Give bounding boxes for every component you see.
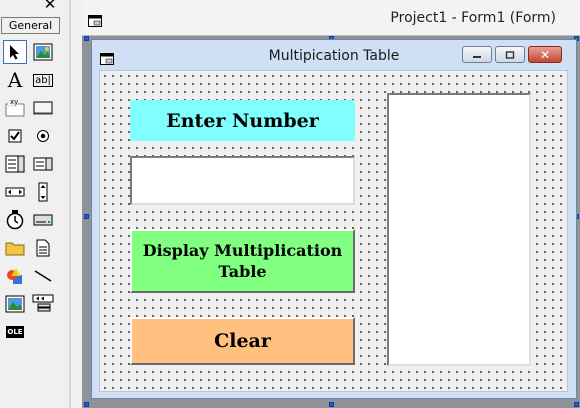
- form-control-box: ✕: [462, 46, 567, 63]
- display-table-button[interactable]: Display Multiplication Table: [130, 229, 355, 293]
- close-button[interactable]: ✕: [528, 46, 562, 63]
- maximize-icon: [505, 50, 515, 59]
- listbox-tool-icon[interactable]: [31, 152, 55, 176]
- hscrollbar-tool-icon[interactable]: [3, 180, 27, 204]
- optionbutton-tool-icon[interactable]: [31, 124, 55, 148]
- ole-tool-glyph: OLE: [6, 326, 24, 338]
- minimize-button[interactable]: [462, 46, 492, 63]
- label-tool-icon[interactable]: A: [3, 68, 27, 92]
- clear-button[interactable]: Clear: [130, 317, 355, 365]
- resize-handle-top-left[interactable]: [84, 36, 89, 41]
- textbox-tool-glyph: ab|: [33, 73, 53, 87]
- result-listbox[interactable]: [387, 93, 531, 366]
- picturebox-tool-icon[interactable]: [31, 40, 55, 64]
- resize-handle-bottom-left[interactable]: [84, 402, 89, 407]
- number-input[interactable]: [130, 156, 355, 205]
- form-window-icon: [88, 12, 102, 31]
- line-tool-icon[interactable]: [31, 264, 55, 288]
- designer-title: Project1 - Form1 (Form): [390, 10, 556, 26]
- toolbox-tab-general[interactable]: General: [1, 17, 60, 34]
- toolbox-close-icon[interactable]: ✕: [42, 0, 58, 12]
- vscrollbar-tool-icon[interactable]: [31, 180, 55, 204]
- filelistbox-tool-icon[interactable]: [31, 236, 55, 260]
- frame-tool-icon[interactable]: xy: [3, 96, 27, 120]
- maximize-button[interactable]: [495, 46, 525, 63]
- toolbox: ✕ General A ab| xy OLE: [0, 0, 67, 408]
- close-icon: ✕: [539, 47, 551, 62]
- textbox-tool-icon[interactable]: ab|: [31, 68, 55, 92]
- combobox-tool-icon[interactable]: [3, 152, 27, 176]
- dirlistbox-tool-icon[interactable]: [3, 236, 27, 260]
- checkbox-tool-icon[interactable]: [3, 124, 27, 148]
- resize-handle-bottom[interactable]: [329, 402, 334, 407]
- minimize-icon: [473, 55, 481, 58]
- resize-handle-left[interactable]: [84, 214, 89, 219]
- drivelistbox-tool-icon[interactable]: [31, 208, 55, 232]
- commandbutton-tool-icon[interactable]: [31, 96, 55, 120]
- enter-number-label: Enter Number: [130, 100, 355, 141]
- image-tool-icon[interactable]: [3, 292, 27, 316]
- splitter-line: [69, 0, 71, 408]
- timer-tool-icon[interactable]: [3, 208, 27, 232]
- data-tool-icon[interactable]: [31, 292, 55, 316]
- form-title-bar: Multipication Table ✕: [92, 40, 576, 70]
- designer-title-bar: Project1 - Form1 (Form): [82, 0, 580, 36]
- ole-tool-icon[interactable]: OLE: [3, 320, 27, 344]
- resize-handle-bottom-right[interactable]: [574, 402, 579, 407]
- pointer-tool-icon[interactable]: [3, 40, 27, 64]
- toolbox-splitter[interactable]: [66, 0, 83, 408]
- frame-tool-glyph: xy: [10, 98, 19, 106]
- shape-tool-icon[interactable]: [3, 264, 27, 288]
